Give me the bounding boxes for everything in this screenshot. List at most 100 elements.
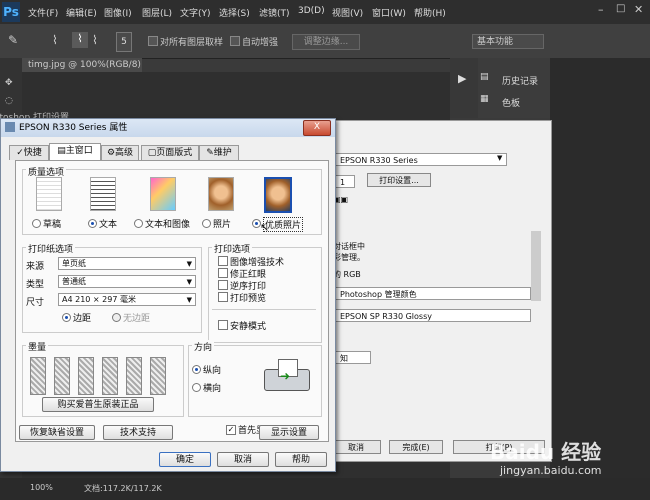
quiet-mode-label: 安静模式 [230,322,267,332]
workspace-select[interactable]: 基本功能 [472,34,544,49]
tab-main[interactable]: ▤主窗口 [49,143,101,161]
quality-draft-label: 草稿 [43,220,62,230]
print-done-button[interactable]: 完成(E) [389,440,443,454]
quick-select-icon[interactable]: ⌇ [52,33,58,47]
size-value: A4 210 × 297 毫米 [62,295,136,304]
chevron-down-icon: ▼ [497,154,503,162]
sample-all-layers-checkbox[interactable] [148,36,158,46]
menu-filter[interactable]: 滤镜(T) [259,6,290,19]
dialog-titlebar: EPSON R330 Series 属性 X [1,119,335,137]
menubar: Ps 文件(F) 编辑(E) 图像(I) 图层(L) 文字(Y) 选择(S) 滤… [0,0,650,24]
tab-advanced[interactable]: ⚙高级 [101,145,139,160]
menu-window[interactable]: 窗口(W) [372,6,406,19]
minimize-icon[interactable]: – [598,3,604,16]
swatches-panel-label[interactable]: 色板 [502,96,520,109]
tab-quick[interactable]: ✓快捷 [9,145,49,160]
printer-profile-select[interactable]: EPSON SP R330 Glossy [335,309,531,322]
quality-photo-radio[interactable] [202,219,211,228]
move-tool-icon[interactable]: ✥ [5,78,13,88]
marquee-tool-icon[interactable]: ◌ [5,96,13,106]
menu-type[interactable]: 文字(Y) [180,6,211,19]
scrollbar[interactable] [531,231,541,301]
watermark-url: jingyan.baidu.com [500,464,602,477]
type-select[interactable]: 普通纸 ▼ [58,275,196,288]
menu-select[interactable]: 选择(S) [219,6,250,19]
close-icon[interactable]: ✕ [634,3,643,16]
show-settings-button[interactable]: 显示设置 [259,425,319,440]
type-value: 普通纸 [62,277,86,286]
status-bar: 100% 文档:117.2K/117.2K [0,478,650,500]
chevron-down-icon: ▼ [186,260,192,268]
auto-enhance-label: 自动增强 [242,38,279,48]
menu-view[interactable]: 视图(V) [332,6,363,19]
show-first-checkbox[interactable]: ✓ [226,425,236,435]
document-tab[interactable]: timg.jpg @ 100%(RGB/8) × [22,58,142,84]
tab-maintenance-label: 维护 [213,148,232,158]
size-label: 尺寸 [26,298,45,308]
quality-draft-radio[interactable] [32,219,41,228]
brush-tool-icon[interactable]: ✎ [8,33,18,47]
portrait-label: 纵向 [203,366,222,376]
menu-layer[interactable]: 图层(L) [142,6,172,19]
menu-help[interactable]: 帮助(H) [414,6,446,19]
arrow-icon: ➜ [280,369,291,383]
quiet-mode-checkbox[interactable] [218,320,228,330]
quality-text-image-radio[interactable] [134,219,143,228]
image-enhance-checkbox[interactable] [218,256,228,266]
ink-level-light-cyan [126,357,142,395]
buy-genuine-ink-button[interactable]: 购买爱普生原装正品 [42,397,154,412]
tab-maintenance[interactable]: ✎维护 [199,145,239,160]
restore-defaults-button[interactable]: 恢复缺省设置 [19,425,95,440]
reverse-order-checkbox[interactable] [218,280,228,290]
history-panel-label[interactable]: 历史记录 [502,74,538,87]
zoom-level[interactable]: 100% [30,483,53,492]
red-eye-checkbox[interactable] [218,268,228,278]
portrait-radio[interactable] [192,365,201,374]
photoshop-logo: Ps [2,2,20,22]
refine-edge-button[interactable]: 调整边缘... [292,34,360,50]
note-line1: 对话框中 [333,242,365,251]
play-icon[interactable]: ▶ [458,72,466,85]
help-button[interactable]: 帮助 [275,452,327,467]
menu-3d[interactable]: 3D(D) [298,6,325,16]
landscape-radio[interactable] [192,383,201,392]
chevron-down-icon: ▼ [186,296,192,304]
margins-radio[interactable] [62,313,71,322]
history-icon[interactable]: ▤ [480,72,489,82]
note-line2: 彩管理。 [333,253,365,262]
source-label: 来源 [26,262,45,272]
copies-input[interactable]: 1 [335,175,355,188]
print-preview-checkbox[interactable] [218,292,228,302]
page-layout-tab-icon: ▢ [147,148,157,158]
swatches-icon[interactable]: ▦ [480,94,489,104]
color-handling-select[interactable]: Photoshop 管理颜色 [335,287,531,300]
menu-file[interactable]: 文件(F) [28,6,58,19]
brush-size[interactable]: 5 [116,32,132,52]
subtract-selection-icon[interactable]: ⌇ [92,33,98,47]
maximize-icon[interactable]: □ [616,3,625,14]
printer-select[interactable]: EPSON R330 Series [335,153,507,166]
print-settings-dialog: EPSON R330 Series ▼ 1 打印设置... ▣▣ 对话框中 彩管… [320,120,552,462]
tab-main-label: 主窗口 [65,146,93,156]
auto-enhance-checkbox[interactable] [230,36,240,46]
rendering-intent-select[interactable]: 知 [335,351,371,364]
menu-edit[interactable]: 编辑(E) [66,6,97,19]
dock-background [550,58,650,500]
print-cancel-button[interactable]: 取消 [331,440,381,454]
source-value: 单页纸 [62,259,86,268]
borderless-radio[interactable] [112,313,121,322]
watermark: Baidu 经验 jingyan.baidu.com [490,436,640,480]
ink-group-label: 墨量 [26,340,49,353]
add-to-selection-icon[interactable]: ⌇ [72,32,88,48]
menu-image[interactable]: 图像(I) [104,6,132,19]
close-button[interactable]: X [303,120,331,136]
ink-level-magenta [78,357,94,395]
print-setup-button[interactable]: 打印设置... [367,173,431,187]
size-select[interactable]: A4 210 × 297 毫米 ▼ [58,293,196,306]
tech-support-button[interactable]: 技术支持 [103,425,173,440]
tab-page-layout[interactable]: ▢页面版式 [141,145,199,160]
ok-button[interactable]: 确定 [159,452,211,467]
cancel-button[interactable]: 取消 [217,452,269,467]
source-select[interactable]: 单页纸 ▼ [58,257,196,270]
quality-text-radio[interactable] [88,219,97,228]
